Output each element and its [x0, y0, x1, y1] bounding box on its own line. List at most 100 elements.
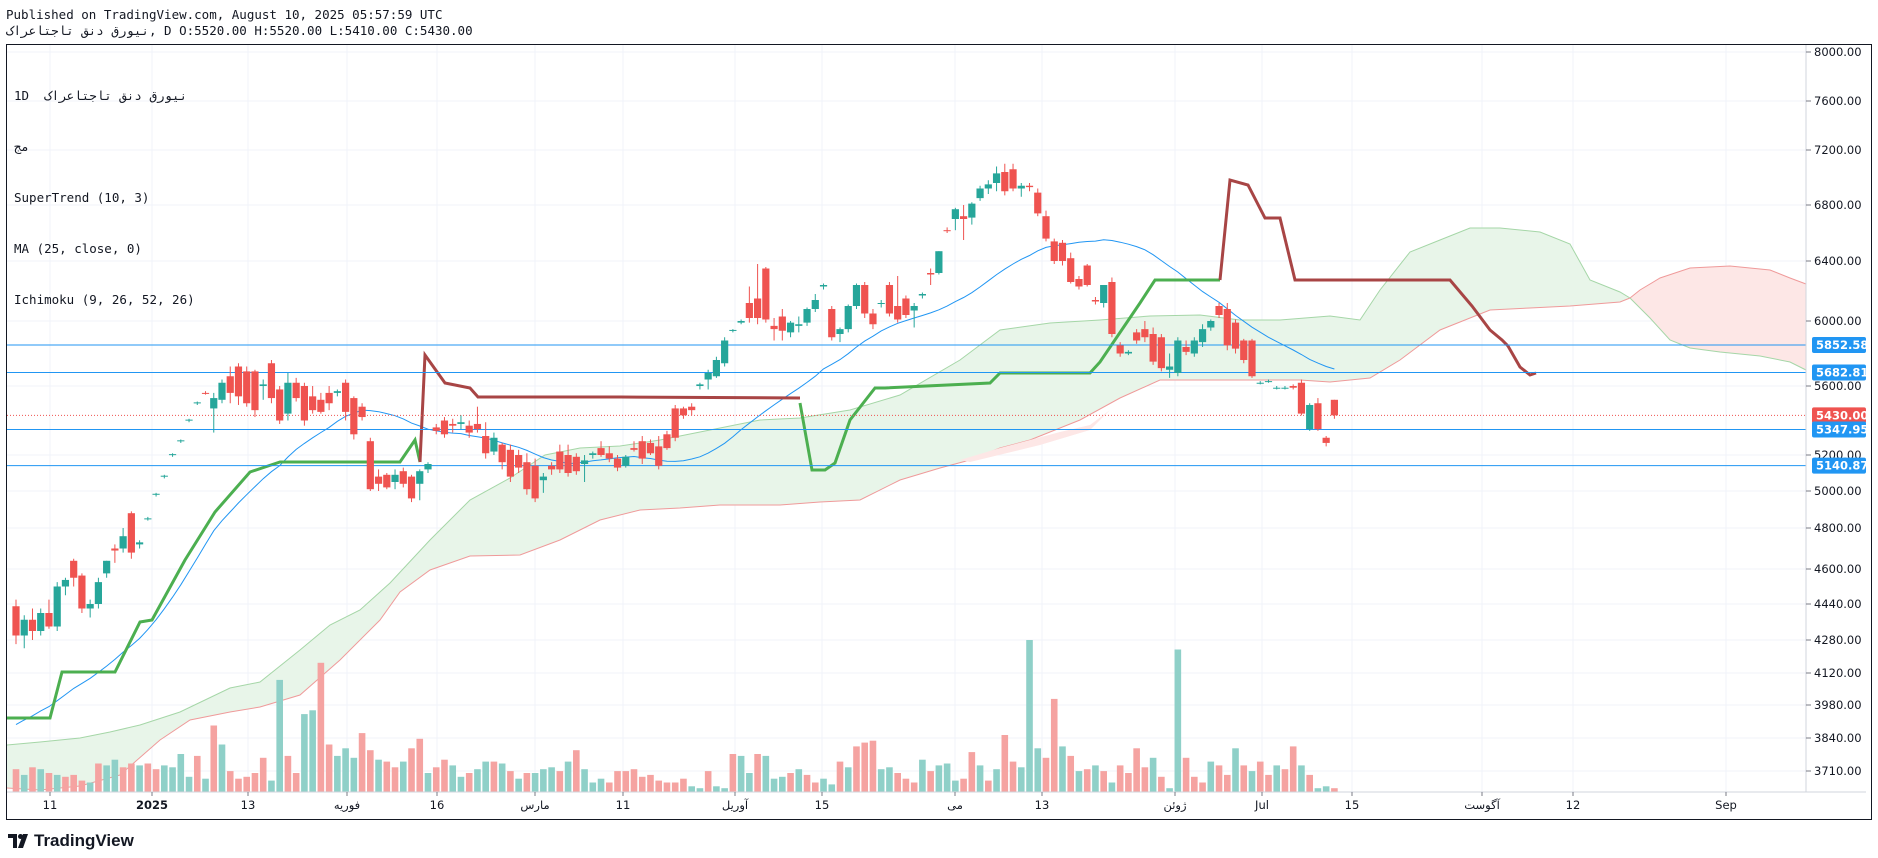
candle-body: [70, 560, 78, 578]
legend-supertrend[interactable]: SuperTrend (10, 3): [14, 189, 195, 206]
volume-bar: [111, 759, 119, 792]
candle-body: [721, 340, 729, 364]
legend-ichimoku[interactable]: Ichimoku (9, 26, 52, 26): [14, 291, 195, 308]
candle: [762, 267, 770, 323]
volume-bar: [1248, 771, 1256, 792]
candle-body: [1281, 387, 1289, 389]
volume-bar: [226, 771, 234, 792]
candle: [745, 286, 753, 323]
price-tick-label: 5000.00: [1814, 484, 1862, 498]
volume-bar: [614, 771, 621, 792]
candle: [1281, 386, 1289, 390]
legend-ma[interactable]: MA (25, close, 0): [14, 240, 195, 257]
candle-body: [45, 613, 53, 627]
candle: [1223, 303, 1231, 351]
candle: [754, 264, 762, 325]
volume-bar: [243, 776, 251, 792]
candle-body: [136, 542, 144, 545]
volume-bar: [144, 763, 152, 792]
volume-bar: [523, 773, 531, 792]
volume-bar: [37, 769, 45, 792]
candle-body: [1141, 329, 1149, 338]
candle-body: [210, 398, 218, 409]
volume-bar: [185, 776, 193, 792]
candle-body: [548, 465, 556, 470]
candle: [1322, 436, 1330, 447]
volume-bar: [886, 767, 893, 792]
volume-bar: [1215, 765, 1223, 792]
candle: [1009, 163, 1017, 192]
volume-bar: [1067, 755, 1075, 792]
legend-symbol[interactable]: 1D نیورق دنق تاجتاعراک: [14, 87, 195, 104]
volume-bar: [548, 767, 555, 792]
candle-body: [1306, 404, 1314, 430]
candle: [844, 304, 852, 333]
candle-body: [1058, 242, 1067, 261]
candle-body: [251, 371, 259, 411]
candle-body: [844, 306, 852, 330]
volume-bar: [1166, 788, 1173, 792]
volume-bar: [169, 767, 176, 792]
volume-bar: [663, 782, 671, 792]
candle: [688, 403, 696, 416]
candle-body: [894, 306, 902, 320]
candle: [786, 321, 795, 338]
candle: [136, 540, 144, 549]
candle-body: [201, 392, 210, 394]
candle-body: [482, 436, 490, 454]
candle-body: [729, 329, 737, 331]
candle-body: [185, 419, 193, 421]
volume-bar: [193, 755, 201, 792]
candle-body: [1330, 399, 1338, 416]
volume-bar: [202, 778, 209, 792]
candle-body: [61, 579, 70, 587]
volume-bar: [1116, 765, 1124, 792]
candle-body: [523, 462, 531, 490]
volume-bar: [589, 782, 597, 792]
candle-body: [300, 386, 308, 421]
volume-bar: [1083, 769, 1091, 792]
candle: [1297, 379, 1306, 416]
candle-body: [877, 303, 885, 304]
candle: [416, 469, 424, 501]
candle: [852, 283, 861, 309]
volume-bar: [465, 773, 473, 792]
tradingview-logo[interactable]: TradingView: [8, 831, 134, 851]
candle: [325, 386, 333, 411]
volume-bar: [564, 761, 572, 792]
volume-bar: [20, 774, 28, 792]
volume-bar: [86, 782, 94, 792]
candle: [951, 207, 959, 231]
time-tick-label: 12: [1566, 798, 1581, 812]
candle: [885, 282, 894, 317]
tradingview-logo-text: TradingView: [34, 831, 134, 850]
volume-bar: [1158, 776, 1165, 792]
supertrend-up-1: [7, 436, 422, 720]
candle: [869, 309, 877, 330]
volume-bar: [1240, 765, 1248, 792]
price-label-text: 5430.00: [1816, 408, 1868, 422]
price-label-text: 5347.95: [1816, 422, 1868, 436]
volume-bar: [152, 769, 160, 792]
price-chart[interactable]: 8000.00 7600.00 7200.00 6800.00 6400.00 6000.…: [0, 0, 1878, 830]
volume-bar: [861, 742, 869, 792]
volume-bar: [416, 738, 424, 792]
candle: [440, 417, 449, 438]
cloud-red-fill: [1630, 266, 1806, 370]
volume-bar: [498, 763, 506, 792]
volume-bar: [836, 761, 844, 792]
volume-bar: [581, 769, 588, 792]
candle-body: [630, 448, 638, 450]
candle: [226, 366, 234, 404]
volume-bar: [1108, 782, 1116, 792]
candle-body: [449, 423, 457, 426]
candle: [449, 418, 457, 433]
volume-bar: [342, 748, 349, 792]
candle-body: [1297, 382, 1306, 414]
volume-bar: [655, 780, 663, 792]
candle-body: [786, 322, 795, 333]
candle: [943, 227, 951, 233]
volume-bar: [960, 778, 967, 792]
volume-bar: [779, 776, 786, 792]
candle: [333, 389, 341, 397]
